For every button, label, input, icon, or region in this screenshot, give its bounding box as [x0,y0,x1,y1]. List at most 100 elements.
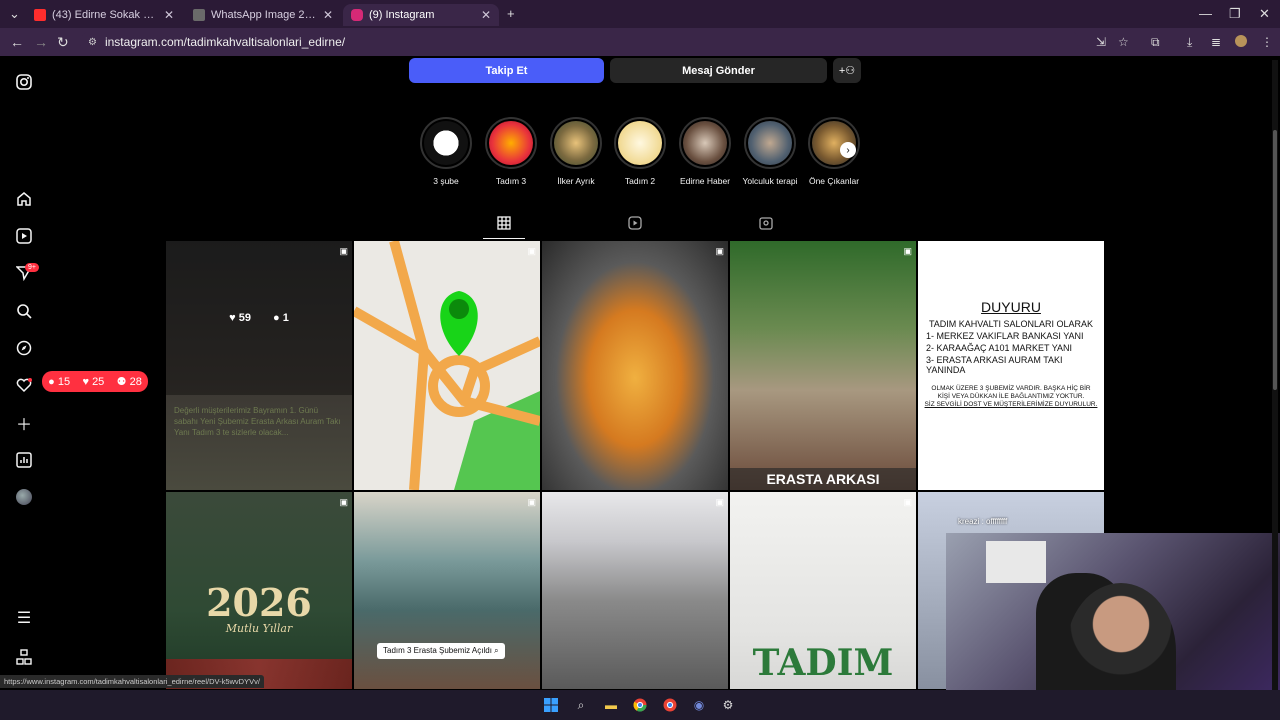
post-tile[interactable]: ♥ 59 ● 1 Değerli müşterilerimiz Bayramın… [166,241,352,490]
announcement-note: OLMAK ÜZERE 3 ŞUBEMİZ VARDIR. BAŞKA HİÇ … [931,385,1091,392]
reels-icon[interactable] [14,226,34,246]
wall-poster [986,541,1046,583]
highlight-cover [489,121,533,165]
download-icon[interactable]: ⤓ [1187,35,1192,50]
post-hover-stats: ♥ 59 ● 1 [166,241,352,396]
heart-notifications-icon[interactable] [14,375,34,395]
follower-count: ⚉ 28 [116,376,142,388]
highlight-cover [618,121,662,165]
search-icon[interactable] [14,301,34,321]
minimize-icon[interactable]: — [1199,6,1212,21]
close-icon[interactable]: ✕ [164,8,174,22]
new-tab-button[interactable]: + [507,6,515,21]
dashboard-icon[interactable] [14,450,34,470]
close-icon[interactable]: ✕ [323,8,333,22]
announcement-note: KİŞİ VEYA DÜKKAN İLE BAĞLANTIMIZ YOKTUR. [937,393,1085,400]
explore-icon[interactable] [14,338,34,358]
profile-avatar[interactable] [16,489,32,505]
tab-posts-grid-icon[interactable] [497,216,511,233]
browser-tab-bar: ⌄ (43) Edirne Sokak Lezzetleri | Ç ✕ Wha… [0,0,1280,28]
highlight-cover [554,121,598,165]
page-scrollbar[interactable] [1272,60,1278,692]
highlight-item[interactable]: Edirne Haber [672,117,738,186]
post-sub-text: Mutlu Yıllar [225,622,293,635]
post-tile-new-year[interactable]: 2026 Mutlu Yıllar ▣ [166,492,352,689]
tab-reels-icon[interactable] [628,216,642,233]
post-tile-interior[interactable]: Tadım 3 Erasta Şubemiz Açıldı ⌕ ▣ [354,492,540,689]
active-tab-indicator [483,238,525,239]
notification-summary-pill[interactable]: ● 15 ♥ 25 ⚉ 28 [42,371,148,392]
highlight-cover [424,121,468,165]
reel-icon: ▣ [527,497,536,507]
forward-icon[interactable]: → [34,34,48,50]
bookmark-star-icon[interactable]: ☆ [1118,35,1129,49]
discord-icon[interactable]: ◉ [691,697,707,713]
reel-icon: ▣ [903,246,912,256]
more-menu-icon[interactable]: ☰ [14,608,34,628]
reading-list-icon[interactable]: ≣ [1211,35,1221,49]
reel-icon: ▣ [339,497,348,507]
create-icon[interactable]: ＋ [14,413,34,434]
announcement-note: SİZ SEVGİLİ DOST VE MÜŞTERİLERİMİZE DUYU… [924,401,1098,408]
extensions-icon[interactable]: ⧉ [1151,35,1160,50]
tab-search-icon[interactable]: ⌄ [9,6,20,22]
highlight-item[interactable]: İlker Ayrık [543,117,609,186]
post-tile-building[interactable]: ▣ [542,492,728,689]
file-explorer-icon[interactable]: ▬ [603,697,619,713]
close-icon[interactable]: ✕ [481,8,491,22]
like-count: ♥ 25 [82,375,105,388]
window-close-icon[interactable]: ✕ [1259,6,1270,22]
chevron-right-icon[interactable]: › [840,142,856,158]
reel-icon: ▣ [903,497,912,507]
highlight-item[interactable]: Tadım 2 [607,117,673,186]
taskbar-search-icon[interactable]: ⌕ [573,697,589,713]
windows-taskbar: ⌕ ▬ ◉ ⚙ [0,690,1280,720]
tab-whatsapp-image[interactable]: WhatsApp Image 2026-03-17 a ✕ [185,4,341,26]
reload-icon[interactable]: ↻ [57,34,69,51]
follow-button[interactable]: Takip Et [409,58,604,83]
post-tile-announcement[interactable]: DUYURU TADIM KAHVALTI SALONLARI OLARAK 1… [918,241,1104,490]
highlight-item[interactable]: Tadım 3 [478,117,544,186]
reel-icon: ▣ [715,246,724,256]
post-caption-text: Değerli müşterilerimiz Bayramın 1. Günü … [174,406,341,437]
reel-icon: ▣ [527,246,536,256]
post-tile-restaurant[interactable]: ERASTA ARKASI ▣ [730,241,916,490]
url-field[interactable]: ⚙ instagram.com/tadimkahvaltisalonlari_e… [80,31,1080,53]
back-icon[interactable]: ← [10,34,24,50]
post-tile-map[interactable]: ▣ [354,241,540,490]
search-icon: ⌕ [494,646,499,655]
post-big-text: 2026 [206,580,312,625]
overlay-chat-text: kreazi : offffffff [958,517,1008,526]
url-text: instagram.com/tadimkahvaltisalonlari_edi… [104,35,346,49]
windows-start-icon[interactable] [543,697,559,713]
tab-tagged-icon[interactable] [759,216,773,233]
settings-app-icon[interactable]: ⚙ [720,697,736,713]
tab-youtube[interactable]: (43) Edirne Sokak Lezzetleri | Ç ✕ [26,4,182,26]
reel-icon: ▣ [715,497,724,507]
post-tile-food[interactable]: ▣ [542,241,728,490]
suggest-user-icon[interactable]: +⚇ [833,58,861,83]
announcement-line: 2- KARAAĞAÇ A101 MARKET YANI [926,343,1073,353]
message-button[interactable]: Mesaj Gönder [610,58,827,83]
comments-stat: ● 1 [273,312,289,325]
also-from-meta-icon[interactable] [14,647,34,667]
instagram-logo-icon[interactable] [14,72,34,92]
maximize-icon[interactable]: ❐ [1229,6,1241,22]
highlight-item[interactable]: Yolculuk terapi [737,117,803,186]
install-app-icon[interactable]: ⇲ [1096,35,1106,49]
home-icon[interactable] [14,189,34,209]
scrollbar-thumb[interactable] [1273,130,1277,390]
highlight-item[interactable]: Öne Çıkanlar [801,117,867,186]
site-info-icon[interactable]: ⚙ [88,37,97,48]
post-caption-pill: Tadım 3 Erasta Şubemiz Açıldı ⌕ [377,643,505,659]
menu-icon[interactable]: ⋮ [1261,35,1273,49]
likes-stat: ♥ 59 [229,312,251,325]
post-caption-banner: ERASTA ARKASI [730,468,916,490]
chrome-profile-icon[interactable] [662,697,678,713]
tab-instagram[interactable]: (9) Instagram ✕ [343,4,499,26]
highlight-item[interactable]: 3 şube [413,117,479,186]
chrome-icon[interactable] [632,697,648,713]
profile-avatar[interactable] [1235,35,1247,47]
post-tile-sign[interactable]: TADIM ▣ [730,492,916,689]
highlight-cover [683,121,727,165]
